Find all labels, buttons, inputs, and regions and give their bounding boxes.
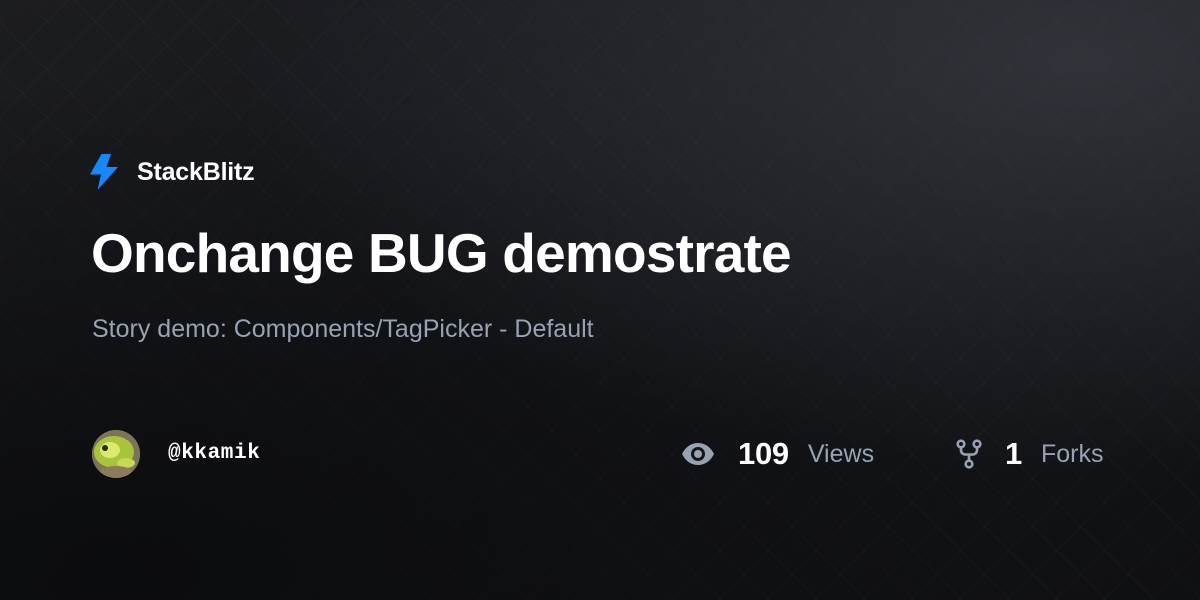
forks-count: 1 (1005, 436, 1022, 471)
views-count: 109 (738, 436, 789, 471)
author-handle[interactable]: @kkamik (168, 439, 260, 469)
brand-logo[interactable]: StackBlitz (90, 152, 255, 192)
frog-avatar-image (92, 430, 140, 478)
views-label: Views (807, 439, 875, 468)
forks-stat: 1 Forks (956, 430, 1103, 478)
brand-name: StackBlitz (137, 157, 255, 186)
lightning-bolt-icon (90, 154, 118, 190)
author-avatar[interactable] (92, 430, 140, 478)
project-meta-row: @kkamik 109 Views 1 Forks (0, 430, 1200, 478)
eye-icon (682, 443, 714, 465)
views-stat: 109 Views (681, 430, 874, 478)
project-description: Story demo: Components/TagPicker - Defau… (92, 315, 594, 343)
fork-icon (956, 439, 982, 469)
project-title: Onchange BUG demostrate (91, 222, 792, 284)
forks-label: Forks (1040, 439, 1104, 468)
